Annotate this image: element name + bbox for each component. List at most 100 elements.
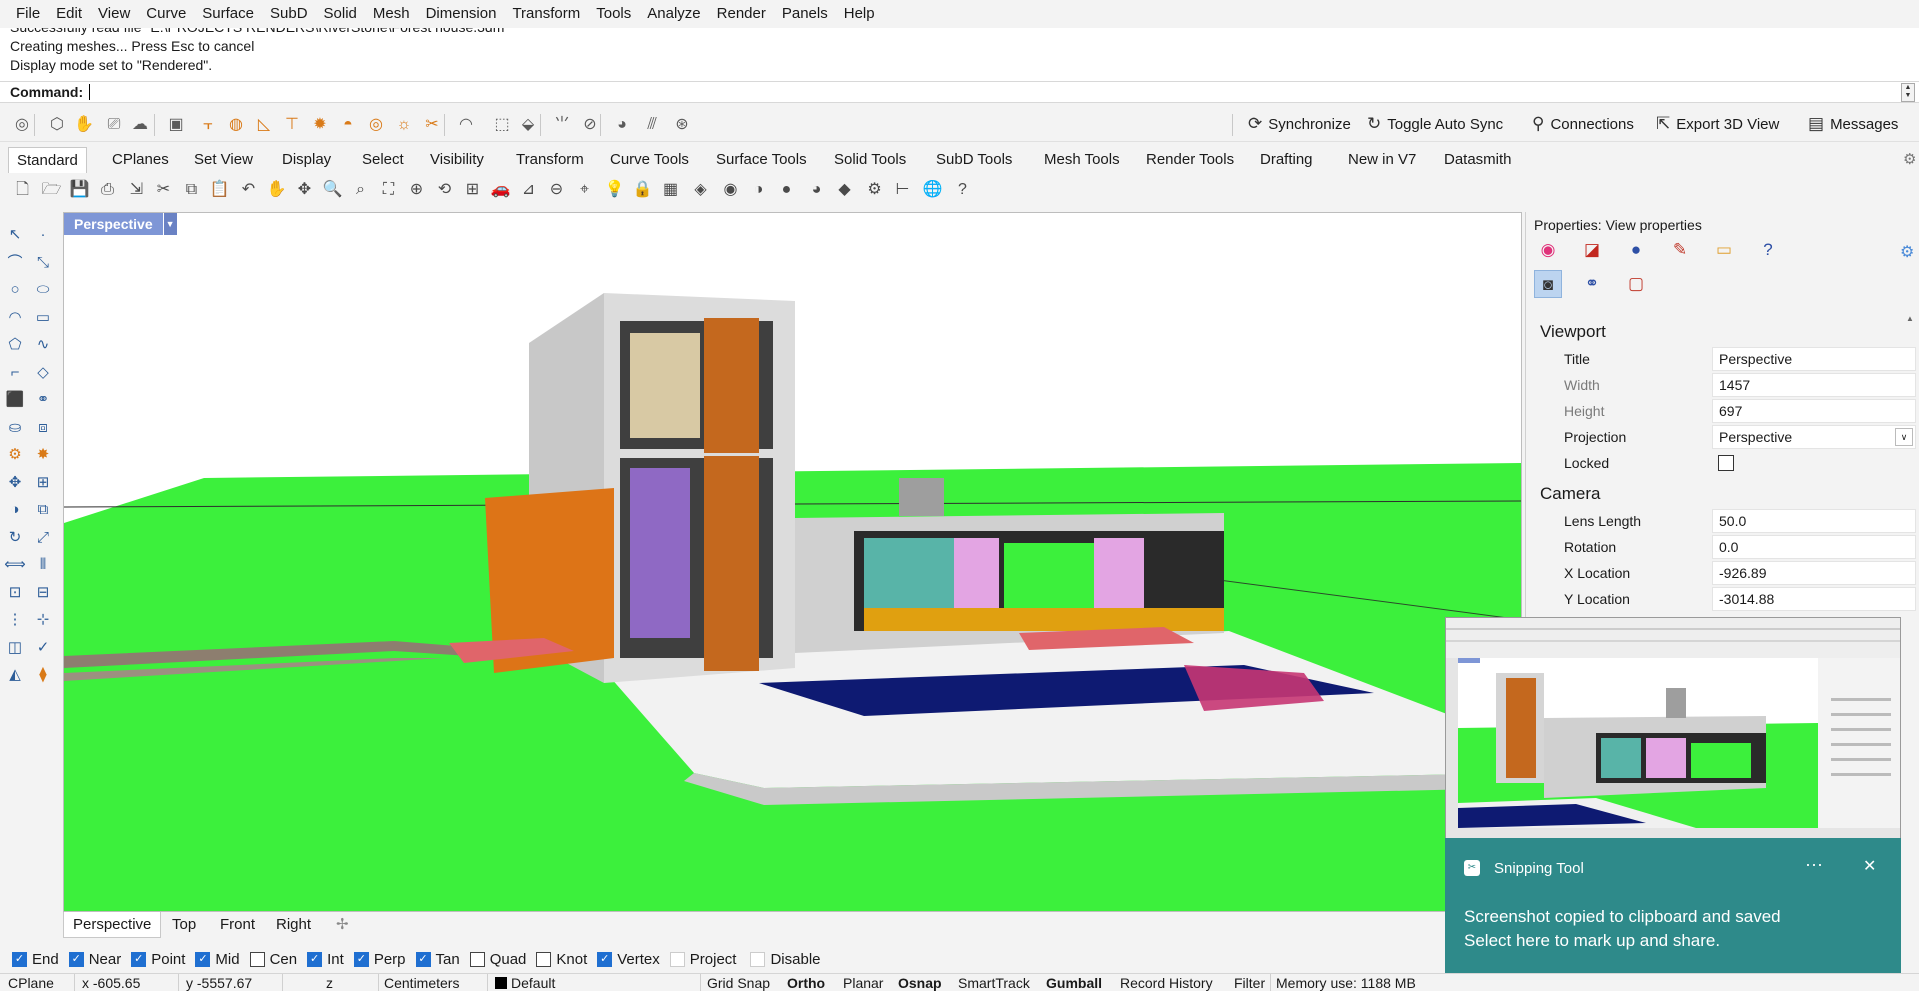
- close-icon[interactable]: ✕: [1863, 856, 1876, 876]
- ellipse-icon[interactable]: ⬭: [32, 279, 54, 301]
- lens-length-field[interactable]: 50.0: [1712, 509, 1916, 533]
- rotate-view-icon[interactable]: ✥: [294, 179, 315, 200]
- scissors-icon[interactable]: ✂: [422, 115, 442, 135]
- ortho-toggle[interactable]: Ortho: [787, 975, 825, 991]
- split-icon[interactable]: ⧉: [32, 499, 54, 521]
- mesh-icon[interactable]: ⬡: [47, 115, 67, 135]
- print-icon[interactable]: ⎙: [97, 179, 118, 200]
- target-icon[interactable]: ◎: [366, 115, 386, 135]
- tab-transform[interactable]: Transform: [508, 147, 592, 173]
- sphere-icon[interactable]: ◍: [226, 115, 246, 135]
- paint-icon[interactable]: ⧫: [32, 664, 54, 686]
- menu-subd[interactable]: SubD: [262, 0, 316, 28]
- grass-icon[interactable]: ⺌: [552, 115, 572, 135]
- highlight-icon[interactable]: ◆: [834, 179, 855, 200]
- tab-display[interactable]: Display: [274, 147, 339, 173]
- fillet-icon[interactable]: ⌐: [4, 362, 26, 384]
- tab-subd-tools[interactable]: SubD Tools: [928, 147, 1020, 173]
- zoom-extents-icon[interactable]: ⛶: [378, 179, 399, 200]
- osnap-toggle[interactable]: Osnap: [898, 975, 942, 991]
- cut-icon[interactable]: ✂: [153, 179, 174, 200]
- wallpaper-icon[interactable]: ▢: [1622, 270, 1650, 298]
- box-solid-icon[interactable]: ⬛: [4, 389, 26, 411]
- circle-icon[interactable]: ○: [4, 279, 26, 301]
- materials-icon[interactable]: ◈: [690, 179, 711, 200]
- tab-standard[interactable]: Standard: [8, 147, 87, 173]
- tab-select[interactable]: Select: [354, 147, 412, 173]
- tab-surface-tools[interactable]: Surface Tools: [708, 147, 815, 173]
- scroll-up-arrow-icon[interactable]: ▲: [1906, 314, 1914, 323]
- connections-button[interactable]: ⚲ Connections: [1532, 106, 1634, 142]
- camera-icon[interactable]: ◙: [1534, 270, 1562, 298]
- menu-dimension[interactable]: Dimension: [418, 0, 505, 28]
- osnap-disable[interactable]: Disable: [750, 951, 821, 968]
- ground-plane-icon[interactable]: ⫟: [198, 115, 218, 135]
- freeform-icon[interactable]: ∿: [32, 334, 54, 356]
- menu-solid[interactable]: Solid: [316, 0, 365, 28]
- menu-view[interactable]: View: [90, 0, 138, 28]
- align-icon[interactable]: ⫴: [32, 554, 54, 576]
- osnap-checkbox[interactable]: ✓: [12, 951, 27, 967]
- projection-select[interactable]: Perspective ∨: [1712, 425, 1916, 449]
- viewport-tab-front[interactable]: Front: [211, 912, 264, 938]
- planar-toggle[interactable]: Planar: [843, 975, 883, 991]
- help-icon[interactable]: ?: [1754, 236, 1782, 264]
- viewport-title-bar[interactable]: Perspective ▼: [64, 213, 177, 235]
- cube-icon[interactable]: ⬙: [518, 115, 538, 135]
- save-icon[interactable]: 💾: [69, 179, 90, 200]
- osnap-checkbox[interactable]: ✓: [68, 951, 84, 967]
- tab-new-in-v7[interactable]: New in V7: [1340, 147, 1424, 173]
- osnap-checkbox[interactable]: [750, 951, 766, 967]
- export-3d-view-button[interactable]: ⇱ Export 3D View: [1656, 106, 1779, 142]
- paste-icon[interactable]: 📋: [209, 179, 230, 200]
- viewport-tab-top[interactable]: Top: [163, 912, 205, 938]
- folder-icon[interactable]: ▭: [1710, 236, 1738, 264]
- y-location-field[interactable]: -3014.88: [1712, 587, 1916, 611]
- chevron-down-icon[interactable]: ∨: [1895, 428, 1913, 446]
- osnap-quad[interactable]: Quad: [469, 951, 526, 968]
- mesh-shade-icon[interactable]: ◭: [4, 664, 26, 686]
- locked-checkbox[interactable]: [1718, 455, 1734, 471]
- shell-icon[interactable]: ◓: [338, 115, 358, 135]
- tab-curve-tools[interactable]: Curve Tools: [602, 147, 697, 173]
- snipping-tool-notification[interactable]: ✂ Snipping Tool ··· ✕ Screenshot copied …: [1445, 838, 1901, 976]
- undo-icon[interactable]: ↶: [238, 179, 259, 200]
- record-icon[interactable]: ⎚: [104, 115, 124, 135]
- boolean-icon[interactable]: ◑: [4, 499, 26, 521]
- menu-mesh[interactable]: Mesh: [365, 0, 418, 28]
- osnap-checkbox[interactable]: [469, 951, 485, 967]
- osnap-checkbox[interactable]: ✓: [415, 951, 431, 967]
- gears-orange-icon[interactable]: ⚙: [4, 444, 26, 466]
- menu-analyze[interactable]: Analyze: [639, 0, 708, 28]
- zoom-selected-icon[interactable]: ⊕: [406, 179, 427, 200]
- synchronize-button[interactable]: ⟳ Synchronize: [1248, 106, 1351, 142]
- material-icon[interactable]: ◪: [1578, 236, 1606, 264]
- tab-render-tools[interactable]: Render Tools: [1138, 147, 1242, 173]
- four-views-icon[interactable]: ⊞: [462, 179, 483, 200]
- more-options-icon[interactable]: ···: [1805, 854, 1823, 875]
- blend-icon[interactable]: ◠: [456, 115, 476, 135]
- osnap-end[interactable]: ✓ End: [12, 951, 59, 968]
- osnap-tan[interactable]: ✓ Tan: [415, 951, 460, 968]
- rotation-field[interactable]: 0.0: [1712, 535, 1916, 559]
- viewport-tab-perspective[interactable]: Perspective: [63, 912, 162, 938]
- import-icon[interactable]: ⇲: [126, 179, 147, 200]
- osnap-checkbox[interactable]: ✓: [131, 951, 147, 967]
- sun-icon[interactable]: ✹: [310, 115, 330, 135]
- wheel-icon[interactable]: ⊛: [672, 115, 692, 135]
- dimension-icon[interactable]: ⊤: [282, 115, 302, 135]
- osnap-checkbox[interactable]: ✓: [597, 951, 613, 967]
- cplane-label[interactable]: CPlane: [8, 975, 54, 991]
- osnap-point[interactable]: ✓ Point: [131, 951, 185, 968]
- smarttrack-toggle[interactable]: SmartTrack: [958, 975, 1030, 991]
- tab-visibility[interactable]: Visibility: [422, 147, 492, 173]
- menu-tools[interactable]: Tools: [588, 0, 639, 28]
- settings-gear-icon[interactable]: ⚙: [1900, 242, 1914, 262]
- osnap-int[interactable]: ✓ Int: [307, 951, 344, 968]
- osnap-vertex[interactable]: ✓ Vertex: [597, 951, 660, 968]
- osnap-mid[interactable]: ✓ Mid: [195, 951, 240, 968]
- polyline-icon[interactable]: ⌒: [4, 252, 26, 274]
- units-label[interactable]: Centimeters: [384, 975, 459, 991]
- move-icon[interactable]: ✥: [4, 472, 26, 494]
- color-wheel-icon[interactable]: ◉: [1534, 236, 1562, 264]
